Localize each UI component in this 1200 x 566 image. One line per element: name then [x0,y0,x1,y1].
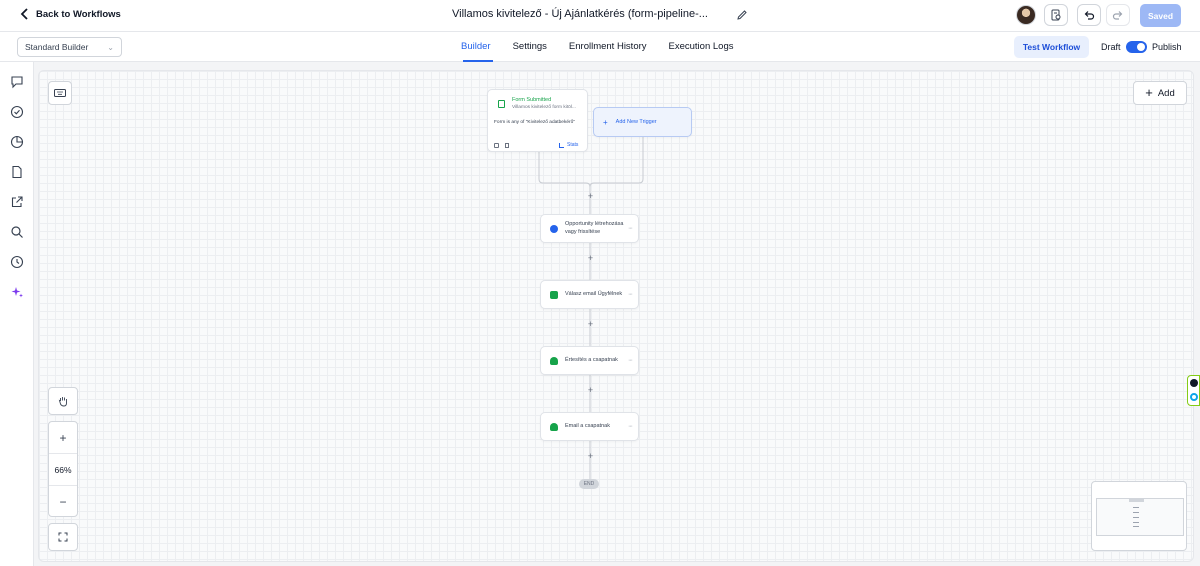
workflow-title[interactable]: Villamos kivitelező - Új Ajánlatkérés (f… [452,8,708,20]
minimap-step [1133,526,1139,527]
trigger-condition: Form is any of "Kivitelező adatbekérő" [494,120,575,125]
sub-bar: Standard Builder ⌄ Builder Settings Enro… [0,32,1200,62]
redo-icon [1112,11,1123,20]
pan-tool-button[interactable] [48,387,78,415]
left-sidebar [0,62,34,566]
stats-label: Stats [567,142,579,148]
form-icon [498,100,505,108]
bell-icon [550,422,558,431]
saved-button[interactable]: Saved [1140,4,1181,27]
top-bar: Back to Workflows Villamos kivitelező - … [0,0,1200,32]
dollar-icon [550,224,558,233]
flow-connectors [538,137,644,479]
step-label: Válasz email Ügyfélnek [565,290,623,297]
trash-icon[interactable] [505,143,509,148]
minimap-step [1133,512,1139,513]
add-step-button[interactable]: + [586,320,595,329]
add-step-button[interactable]: + [586,386,595,395]
bar-chart-icon [559,142,564,148]
search-icon[interactable] [10,225,24,239]
test-workflow-button[interactable]: Test Workflow [1014,36,1089,58]
mail-icon [550,290,558,299]
add-step-button[interactable]: + [586,254,595,263]
notes-button[interactable] [1044,4,1068,26]
add-step-button[interactable]: + [586,192,595,201]
undo-icon [1084,11,1095,20]
floating-helper-widget[interactable] [1187,375,1200,406]
step-label: Értesítés a csapatnak [565,356,618,363]
tab-execution-logs[interactable]: Execution Logs [658,32,745,62]
trigger-subtitle: Villamos kivitelező form kitöl... [512,105,576,110]
minimap-step [1133,517,1139,518]
more-options-icon[interactable]: ··· [628,291,633,298]
publish-toggle[interactable] [1126,41,1147,53]
step-label: Opportunity létrehozása vagy frissítése [565,221,624,235]
draft-label: Draft [1101,42,1121,52]
workflow-canvas[interactable]: + Add Form Submitted Villamos kivitelező… [38,70,1194,562]
zoom-in-button[interactable]: + [49,422,77,454]
bell-icon [550,356,558,365]
copy-icon[interactable] [494,143,499,148]
more-options-icon[interactable]: ··· [628,357,633,364]
tab-bar: Builder Settings Enrollment History Exec… [450,32,744,62]
back-label: Back to Workflows [36,8,121,20]
pencil-icon[interactable] [736,9,748,21]
document-icon[interactable] [10,165,24,179]
more-options-icon[interactable]: ··· [628,225,633,232]
trigger-title: Form Submitted [512,97,552,103]
pie-chart-icon[interactable] [10,135,24,149]
add-new-trigger-button[interactable]: + Add New Trigger [593,107,692,137]
back-to-workflows-link[interactable]: Back to Workflows [20,8,121,20]
document-search-icon [1051,9,1061,21]
zoom-out-button[interactable]: − [49,486,77,518]
hand-icon [58,397,67,407]
tab-settings[interactable]: Settings [502,32,558,62]
step-label: Email a csapatnak [565,422,610,429]
plus-icon: + [603,117,608,127]
undo-button[interactable] [1077,4,1101,26]
zoom-level: 66% [49,454,77,486]
tab-enrollment-history[interactable]: Enrollment History [558,32,658,62]
publish-label: Publish [1152,42,1182,52]
step-node-team-email[interactable]: Email a csapatnak ··· [540,412,639,441]
minimap-trigger [1129,498,1144,502]
external-link-icon[interactable] [10,195,24,209]
add-step-button[interactable]: + [586,452,595,461]
check-circle-icon[interactable] [10,105,24,119]
tab-builder[interactable]: Builder [450,32,502,62]
chevron-down-icon: ⌄ [107,42,114,52]
builder-select[interactable]: Standard Builder ⌄ [17,37,122,57]
minimap[interactable] [1091,481,1187,551]
avatar[interactable] [1016,5,1036,25]
history-icon[interactable] [10,255,24,269]
comment-icon[interactable] [10,75,24,89]
minimap-viewport [1096,498,1184,536]
stats-link[interactable]: Stats [559,142,578,148]
chevron-left-icon [20,8,28,20]
add-trigger-label: Add New Trigger [615,119,657,125]
assistant-icon[interactable] [1190,393,1198,401]
trigger-node[interactable]: Form Submitted Villamos kivitelező form … [487,89,588,152]
sparkles-icon[interactable] [10,285,24,299]
minimap-step [1133,507,1139,508]
step-node-reply-email[interactable]: Válasz email Ügyfélnek ··· [540,280,639,309]
step-node-team-notification[interactable]: Értesítés a csapatnak ··· [540,346,639,375]
builder-select-value: Standard Builder [25,42,89,52]
expand-icon [58,532,68,542]
more-options-icon[interactable]: ··· [628,423,633,430]
zoom-controls: + 66% − [48,421,78,517]
step-node-opportunity[interactable]: Opportunity létrehozása vagy frissítése … [540,214,639,243]
close-icon[interactable] [1190,379,1198,387]
minimap-step [1133,522,1139,523]
fit-view-button[interactable] [48,523,78,551]
redo-button[interactable] [1106,4,1130,26]
end-node: END [579,479,599,489]
